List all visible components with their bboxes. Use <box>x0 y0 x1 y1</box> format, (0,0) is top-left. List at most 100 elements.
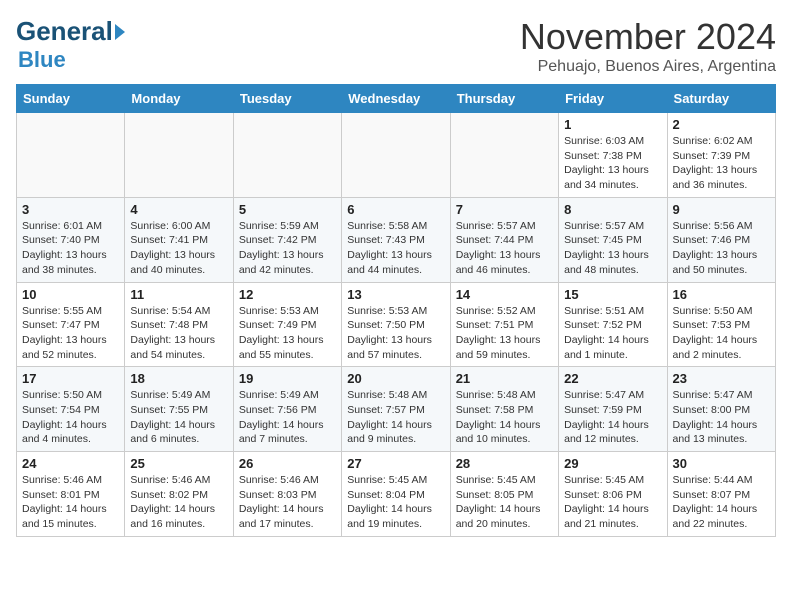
day-number: 9 <box>673 202 770 217</box>
day-info: Sunrise: 5:45 AM Sunset: 8:04 PM Dayligh… <box>347 473 444 532</box>
day-info: Sunrise: 5:59 AM Sunset: 7:42 PM Dayligh… <box>239 219 336 278</box>
calendar-cell: 14 Sunrise: 5:52 AM Sunset: 7:51 PM Dayli… <box>450 282 558 367</box>
day-number: 14 <box>456 287 553 302</box>
calendar-cell: 7 Sunrise: 5:57 AM Sunset: 7:44 PM Daylig… <box>450 197 558 282</box>
day-number: 25 <box>130 456 227 471</box>
day-info: Sunrise: 5:57 AM Sunset: 7:45 PM Dayligh… <box>564 219 661 278</box>
day-number: 18 <box>130 371 227 386</box>
weekday-header-saturday: Saturday <box>667 85 775 113</box>
calendar-cell: 17 Sunrise: 5:50 AM Sunset: 7:54 PM Dayli… <box>17 367 125 452</box>
title-area: November 2024 Pehuajo, Buenos Aires, Arg… <box>520 16 776 76</box>
day-info: Sunrise: 5:49 AM Sunset: 7:56 PM Dayligh… <box>239 388 336 447</box>
calendar-cell <box>17 113 125 198</box>
calendar-cell <box>125 113 233 198</box>
calendar-cell: 3 Sunrise: 6:01 AM Sunset: 7:40 PM Daylig… <box>17 197 125 282</box>
day-number: 6 <box>347 202 444 217</box>
day-number: 21 <box>456 371 553 386</box>
day-info: Sunrise: 5:50 AM Sunset: 7:54 PM Dayligh… <box>22 388 119 447</box>
day-number: 5 <box>239 202 336 217</box>
day-info: Sunrise: 5:52 AM Sunset: 7:51 PM Dayligh… <box>456 304 553 363</box>
weekday-header-friday: Friday <box>559 85 667 113</box>
calendar-cell: 11 Sunrise: 5:54 AM Sunset: 7:48 PM Dayli… <box>125 282 233 367</box>
day-info: Sunrise: 5:58 AM Sunset: 7:43 PM Dayligh… <box>347 219 444 278</box>
calendar-cell: 18 Sunrise: 5:49 AM Sunset: 7:55 PM Dayli… <box>125 367 233 452</box>
calendar-cell <box>342 113 450 198</box>
calendar-cell: 24 Sunrise: 5:46 AM Sunset: 8:01 PM Dayli… <box>17 452 125 537</box>
calendar-cell: 23 Sunrise: 5:47 AM Sunset: 8:00 PM Dayli… <box>667 367 775 452</box>
day-info: Sunrise: 5:44 AM Sunset: 8:07 PM Dayligh… <box>673 473 770 532</box>
day-number: 17 <box>22 371 119 386</box>
day-number: 20 <box>347 371 444 386</box>
day-number: 23 <box>673 371 770 386</box>
logo-general: General <box>16 16 113 47</box>
calendar-week-5: 24 Sunrise: 5:46 AM Sunset: 8:01 PM Dayli… <box>17 452 776 537</box>
day-info: Sunrise: 5:51 AM Sunset: 7:52 PM Dayligh… <box>564 304 661 363</box>
month-title: November 2024 <box>520 16 776 58</box>
calendar-cell: 20 Sunrise: 5:48 AM Sunset: 7:57 PM Dayli… <box>342 367 450 452</box>
day-info: Sunrise: 5:45 AM Sunset: 8:05 PM Dayligh… <box>456 473 553 532</box>
day-info: Sunrise: 5:54 AM Sunset: 7:48 PM Dayligh… <box>130 304 227 363</box>
day-number: 29 <box>564 456 661 471</box>
calendar-cell: 16 Sunrise: 5:50 AM Sunset: 7:53 PM Dayli… <box>667 282 775 367</box>
day-number: 1 <box>564 117 661 132</box>
calendar-week-1: 1 Sunrise: 6:03 AM Sunset: 7:38 PM Daylig… <box>17 113 776 198</box>
day-info: Sunrise: 5:48 AM Sunset: 7:58 PM Dayligh… <box>456 388 553 447</box>
day-number: 16 <box>673 287 770 302</box>
day-number: 24 <box>22 456 119 471</box>
day-info: Sunrise: 6:02 AM Sunset: 7:39 PM Dayligh… <box>673 134 770 193</box>
calendar-cell <box>450 113 558 198</box>
day-number: 7 <box>456 202 553 217</box>
day-info: Sunrise: 5:46 AM Sunset: 8:01 PM Dayligh… <box>22 473 119 532</box>
day-info: Sunrise: 5:53 AM Sunset: 7:50 PM Dayligh… <box>347 304 444 363</box>
weekday-header-wednesday: Wednesday <box>342 85 450 113</box>
calendar-week-4: 17 Sunrise: 5:50 AM Sunset: 7:54 PM Dayli… <box>17 367 776 452</box>
calendar: SundayMondayTuesdayWednesdayThursdayFrid… <box>16 84 776 537</box>
calendar-cell: 4Sunrise: 6:00 AM Sunset: 7:41 PM Daylig… <box>125 197 233 282</box>
weekday-header-tuesday: Tuesday <box>233 85 341 113</box>
logo: General Blue <box>16 16 125 73</box>
calendar-cell: 1 Sunrise: 6:03 AM Sunset: 7:38 PM Daylig… <box>559 113 667 198</box>
logo-blue-text: Blue <box>18 47 66 73</box>
calendar-header-row: SundayMondayTuesdayWednesdayThursdayFrid… <box>17 85 776 113</box>
weekday-header-monday: Monday <box>125 85 233 113</box>
day-info: Sunrise: 5:48 AM Sunset: 7:57 PM Dayligh… <box>347 388 444 447</box>
day-number: 12 <box>239 287 336 302</box>
header-area: General Blue November 2024 Pehuajo, Buen… <box>16 16 776 76</box>
day-number: 2 <box>673 117 770 132</box>
day-number: 15 <box>564 287 661 302</box>
day-info: Sunrise: 6:01 AM Sunset: 7:40 PM Dayligh… <box>22 219 119 278</box>
weekday-header-thursday: Thursday <box>450 85 558 113</box>
calendar-cell: 10Sunrise: 5:55 AM Sunset: 7:47 PM Dayli… <box>17 282 125 367</box>
day-info: Sunrise: 5:53 AM Sunset: 7:49 PM Dayligh… <box>239 304 336 363</box>
day-info: Sunrise: 5:57 AM Sunset: 7:44 PM Dayligh… <box>456 219 553 278</box>
calendar-cell <box>233 113 341 198</box>
day-info: Sunrise: 5:50 AM Sunset: 7:53 PM Dayligh… <box>673 304 770 363</box>
day-info: Sunrise: 5:47 AM Sunset: 8:00 PM Dayligh… <box>673 388 770 447</box>
day-number: 13 <box>347 287 444 302</box>
calendar-cell: 27 Sunrise: 5:45 AM Sunset: 8:04 PM Dayli… <box>342 452 450 537</box>
day-number: 26 <box>239 456 336 471</box>
day-number: 10 <box>22 287 119 302</box>
calendar-cell: 2 Sunrise: 6:02 AM Sunset: 7:39 PM Daylig… <box>667 113 775 198</box>
calendar-cell: 15 Sunrise: 5:51 AM Sunset: 7:52 PM Dayli… <box>559 282 667 367</box>
day-number: 3 <box>22 202 119 217</box>
calendar-cell: 28Sunrise: 5:45 AM Sunset: 8:05 PM Dayli… <box>450 452 558 537</box>
day-number: 11 <box>130 287 227 302</box>
day-info: Sunrise: 6:03 AM Sunset: 7:38 PM Dayligh… <box>564 134 661 193</box>
calendar-cell: 9 Sunrise: 5:56 AM Sunset: 7:46 PM Daylig… <box>667 197 775 282</box>
day-number: 8 <box>564 202 661 217</box>
day-info: Sunrise: 5:46 AM Sunset: 8:03 PM Dayligh… <box>239 473 336 532</box>
calendar-cell: 12 Sunrise: 5:53 AM Sunset: 7:49 PM Dayli… <box>233 282 341 367</box>
location-title: Pehuajo, Buenos Aires, Argentina <box>520 58 776 76</box>
logo-icon <box>115 24 125 40</box>
calendar-cell: 13 Sunrise: 5:53 AM Sunset: 7:50 PM Dayli… <box>342 282 450 367</box>
day-number: 27 <box>347 456 444 471</box>
calendar-cell: 19Sunrise: 5:49 AM Sunset: 7:56 PM Dayli… <box>233 367 341 452</box>
weekday-header-sunday: Sunday <box>17 85 125 113</box>
day-info: Sunrise: 5:46 AM Sunset: 8:02 PM Dayligh… <box>130 473 227 532</box>
day-info: Sunrise: 5:56 AM Sunset: 7:46 PM Dayligh… <box>673 219 770 278</box>
calendar-week-3: 10Sunrise: 5:55 AM Sunset: 7:47 PM Dayli… <box>17 282 776 367</box>
calendar-cell: 22Sunrise: 5:47 AM Sunset: 7:59 PM Dayli… <box>559 367 667 452</box>
calendar-cell: 25 Sunrise: 5:46 AM Sunset: 8:02 PM Dayli… <box>125 452 233 537</box>
day-info: Sunrise: 5:49 AM Sunset: 7:55 PM Dayligh… <box>130 388 227 447</box>
